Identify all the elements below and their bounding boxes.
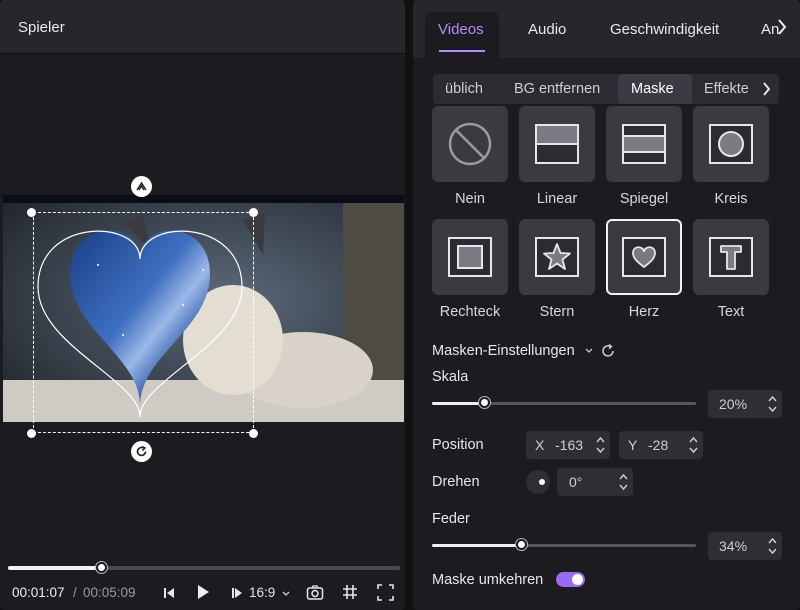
properties-panel: Videos Audio Geschwindigkeit An üblich B… bbox=[413, 0, 800, 610]
grid-icon[interactable] bbox=[342, 584, 358, 600]
scale-slider-knob[interactable] bbox=[479, 397, 490, 408]
feather-slider-fill bbox=[432, 544, 522, 547]
total-time: 00:05:09 bbox=[83, 585, 136, 600]
feather-slider[interactable] bbox=[432, 544, 696, 547]
position-y-value: -28 bbox=[648, 437, 669, 453]
step-forward-icon[interactable] bbox=[230, 586, 244, 600]
scrubber-knob[interactable] bbox=[96, 562, 107, 573]
feather-slider-knob[interactable] bbox=[516, 539, 527, 550]
mask-settings-title[interactable]: Masken-Einstellungen bbox=[432, 343, 575, 359]
feather-input[interactable]: 34% bbox=[708, 532, 782, 560]
subtab-bg-entfernen[interactable]: BG entfernen bbox=[514, 81, 600, 97]
feather-handle-icon[interactable] bbox=[131, 176, 152, 197]
mask-option-linear[interactable] bbox=[519, 106, 595, 182]
mask-option-text[interactable] bbox=[693, 219, 769, 295]
mirror-icon bbox=[622, 124, 666, 164]
position-x-input[interactable]: X -163 bbox=[526, 431, 610, 459]
rectangle-icon bbox=[448, 237, 492, 277]
toggle-knob bbox=[572, 574, 583, 585]
mask-option-spiegel[interactable] bbox=[606, 106, 682, 182]
aspect-ratio-select[interactable]: 16:9 bbox=[249, 585, 275, 600]
heart-icon bbox=[622, 237, 666, 277]
rotate-handle-icon[interactable] bbox=[131, 441, 152, 462]
position-x-axis-label: X bbox=[535, 437, 545, 453]
resize-handle-bottom-left[interactable] bbox=[27, 429, 36, 438]
resize-handle-bottom-right[interactable] bbox=[249, 429, 258, 438]
rotate-dial[interactable] bbox=[526, 470, 550, 494]
mask-label-spiegel: Spiegel bbox=[619, 191, 669, 207]
mask-bounding-box[interactable] bbox=[33, 212, 254, 433]
scale-value: 20% bbox=[719, 396, 748, 412]
step-back-icon[interactable] bbox=[162, 586, 176, 600]
circle-icon bbox=[709, 124, 753, 164]
mask-option-nein[interactable] bbox=[432, 106, 508, 182]
feather-stepper-icon[interactable] bbox=[768, 535, 777, 557]
tab-audio[interactable]: Audio bbox=[528, 21, 566, 38]
tabs-scroll-right-icon[interactable] bbox=[776, 17, 788, 37]
play-icon[interactable] bbox=[195, 583, 211, 601]
settings-chevron-down-icon[interactable] bbox=[585, 348, 593, 354]
mask-label-text: Text bbox=[717, 304, 745, 320]
rotate-label: Drehen bbox=[432, 474, 480, 490]
linear-icon bbox=[535, 124, 579, 164]
mask-label-nein: Nein bbox=[455, 191, 485, 207]
snapshot-camera-icon[interactable] bbox=[306, 584, 324, 601]
player-panel: Spieler 00:01:07 / 00:05:09 16:9 bbox=[0, 0, 405, 610]
rotate-input[interactable]: 0° bbox=[557, 468, 633, 496]
mask-label-linear: Linear bbox=[536, 191, 578, 207]
chevron-down-icon[interactable] bbox=[282, 591, 290, 597]
scale-stepper-icon[interactable] bbox=[768, 393, 777, 415]
resize-handle-top-left[interactable] bbox=[27, 208, 36, 217]
scale-label: Skala bbox=[432, 369, 469, 385]
mask-option-herz[interactable] bbox=[606, 219, 682, 295]
mask-label-kreis: Kreis bbox=[714, 191, 748, 207]
position-y-axis-label: Y bbox=[628, 437, 638, 453]
position-x-stepper-icon[interactable] bbox=[596, 434, 605, 456]
subtab-ueblich[interactable]: üblich bbox=[445, 81, 483, 97]
mask-label-rechteck: Rechteck bbox=[439, 304, 501, 320]
scale-input[interactable]: 20% bbox=[708, 390, 782, 418]
feather-label: Feder bbox=[432, 511, 470, 527]
none-icon bbox=[448, 122, 492, 166]
invert-mask-toggle[interactable] bbox=[556, 572, 585, 587]
fullscreen-icon[interactable] bbox=[377, 584, 394, 601]
rotate-stepper-icon[interactable] bbox=[619, 471, 628, 493]
tab-geschwindigkeit[interactable]: Geschwindigkeit bbox=[610, 21, 719, 38]
scale-slider[interactable] bbox=[432, 402, 696, 405]
invert-mask-label: Maske umkehren bbox=[432, 572, 544, 588]
mask-label-herz: Herz bbox=[628, 304, 660, 320]
position-y-input[interactable]: Y -28 bbox=[619, 431, 703, 459]
active-tab-underline bbox=[439, 50, 485, 52]
mask-option-kreis[interactable] bbox=[693, 106, 769, 182]
text-icon bbox=[709, 237, 753, 277]
current-time: 00:01:07 bbox=[12, 585, 65, 600]
reset-icon[interactable] bbox=[600, 343, 616, 359]
rotate-dial-indicator bbox=[539, 479, 545, 485]
subtabs-scroll-right-icon[interactable] bbox=[762, 81, 772, 97]
time-separator: / bbox=[73, 585, 77, 600]
mask-label-stern: Stern bbox=[539, 304, 575, 320]
scale-slider-fill bbox=[432, 402, 485, 405]
resize-handle-top-right[interactable] bbox=[249, 208, 258, 217]
scrubber-progress bbox=[8, 566, 102, 570]
star-icon bbox=[535, 237, 579, 277]
position-x-value: -163 bbox=[555, 437, 584, 453]
player-header: Spieler bbox=[0, 0, 405, 54]
subtab-effekte[interactable]: Effekte bbox=[704, 81, 750, 97]
position-y-stepper-icon[interactable] bbox=[689, 434, 698, 456]
playback-scrubber[interactable] bbox=[8, 566, 400, 570]
subtab-maske[interactable]: Maske bbox=[631, 81, 674, 97]
mask-option-rechteck[interactable] bbox=[432, 219, 508, 295]
rotate-value: 0° bbox=[569, 474, 583, 490]
position-label: Position bbox=[432, 437, 484, 453]
feather-value: 34% bbox=[719, 538, 748, 554]
mask-option-stern[interactable] bbox=[519, 219, 595, 295]
player-title: Spieler bbox=[18, 19, 65, 36]
tab-videos[interactable]: Videos bbox=[438, 21, 484, 38]
